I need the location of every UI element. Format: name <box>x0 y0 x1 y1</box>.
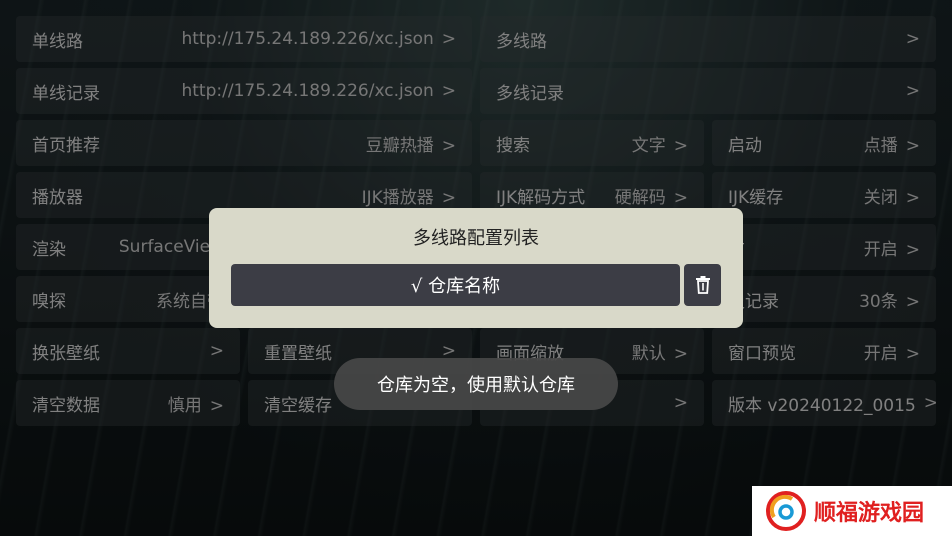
delete-repo-button[interactable] <box>684 264 721 306</box>
dialog-title: 多线路配置列表 <box>413 228 539 249</box>
watermark-text: 顺福游戏园 <box>814 501 925 526</box>
toast-text: 仓库为空，使用默认仓库 <box>377 375 575 396</box>
repo-item-label: √ 仓库名称 <box>410 276 501 297</box>
trash-icon <box>695 276 710 294</box>
multi-line-config-dialog: 多线路配置列表 √ 仓库名称 <box>209 208 743 328</box>
repo-list-item[interactable]: √ 仓库名称 <box>231 264 680 306</box>
watermark-logo-icon <box>766 491 806 531</box>
toast-message: 仓库为空，使用默认仓库 <box>334 358 618 410</box>
watermark: 顺福游戏园 <box>752 486 952 536</box>
